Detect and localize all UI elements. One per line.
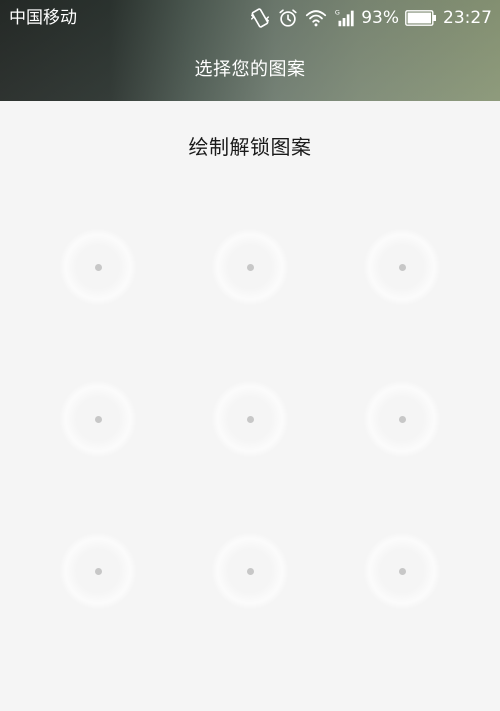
dot-marker [246, 567, 254, 575]
title-bar: 选择您的图案 [0, 46, 500, 90]
dot-marker [246, 263, 254, 271]
wifi-icon [305, 7, 327, 29]
battery-icon [405, 10, 437, 26]
clock: 23:27 [443, 8, 492, 28]
alarm-icon [277, 7, 299, 29]
top-bar: 中国移动 G 93% 23:27 选择您的图案 [0, 0, 500, 101]
vibrate-icon [249, 7, 271, 29]
pattern-dot-4[interactable] [60, 381, 136, 457]
pattern-dot-5[interactable] [212, 381, 288, 457]
pattern-dot-7[interactable] [60, 533, 136, 609]
dot-marker [246, 415, 254, 423]
status-bar: 中国移动 G 93% 23:27 [0, 0, 500, 36]
pattern-lock-grid[interactable] [0, 101, 500, 711]
dot-marker [94, 263, 102, 271]
dot-marker [94, 567, 102, 575]
pattern-dot-6[interactable] [364, 381, 440, 457]
dot-marker [398, 415, 406, 423]
signal-network-label: G [335, 8, 340, 16]
dot-marker [94, 415, 102, 423]
page-title: 选择您的图案 [194, 59, 306, 80]
signal-icon: G [333, 7, 355, 29]
pattern-dot-3[interactable] [364, 229, 440, 305]
pattern-dot-1[interactable] [60, 229, 136, 305]
pattern-dot-2[interactable] [212, 229, 288, 305]
battery-percent: 93% [361, 8, 399, 28]
dot-marker [398, 567, 406, 575]
pattern-dot-8[interactable] [212, 533, 288, 609]
carrier-name: 中国移动 [9, 8, 77, 28]
pattern-dot-9[interactable] [364, 533, 440, 609]
dot-marker [398, 263, 406, 271]
status-icons: G 93% 23:27 [249, 6, 492, 30]
main-content: 绘制解锁图案 [0, 101, 500, 711]
